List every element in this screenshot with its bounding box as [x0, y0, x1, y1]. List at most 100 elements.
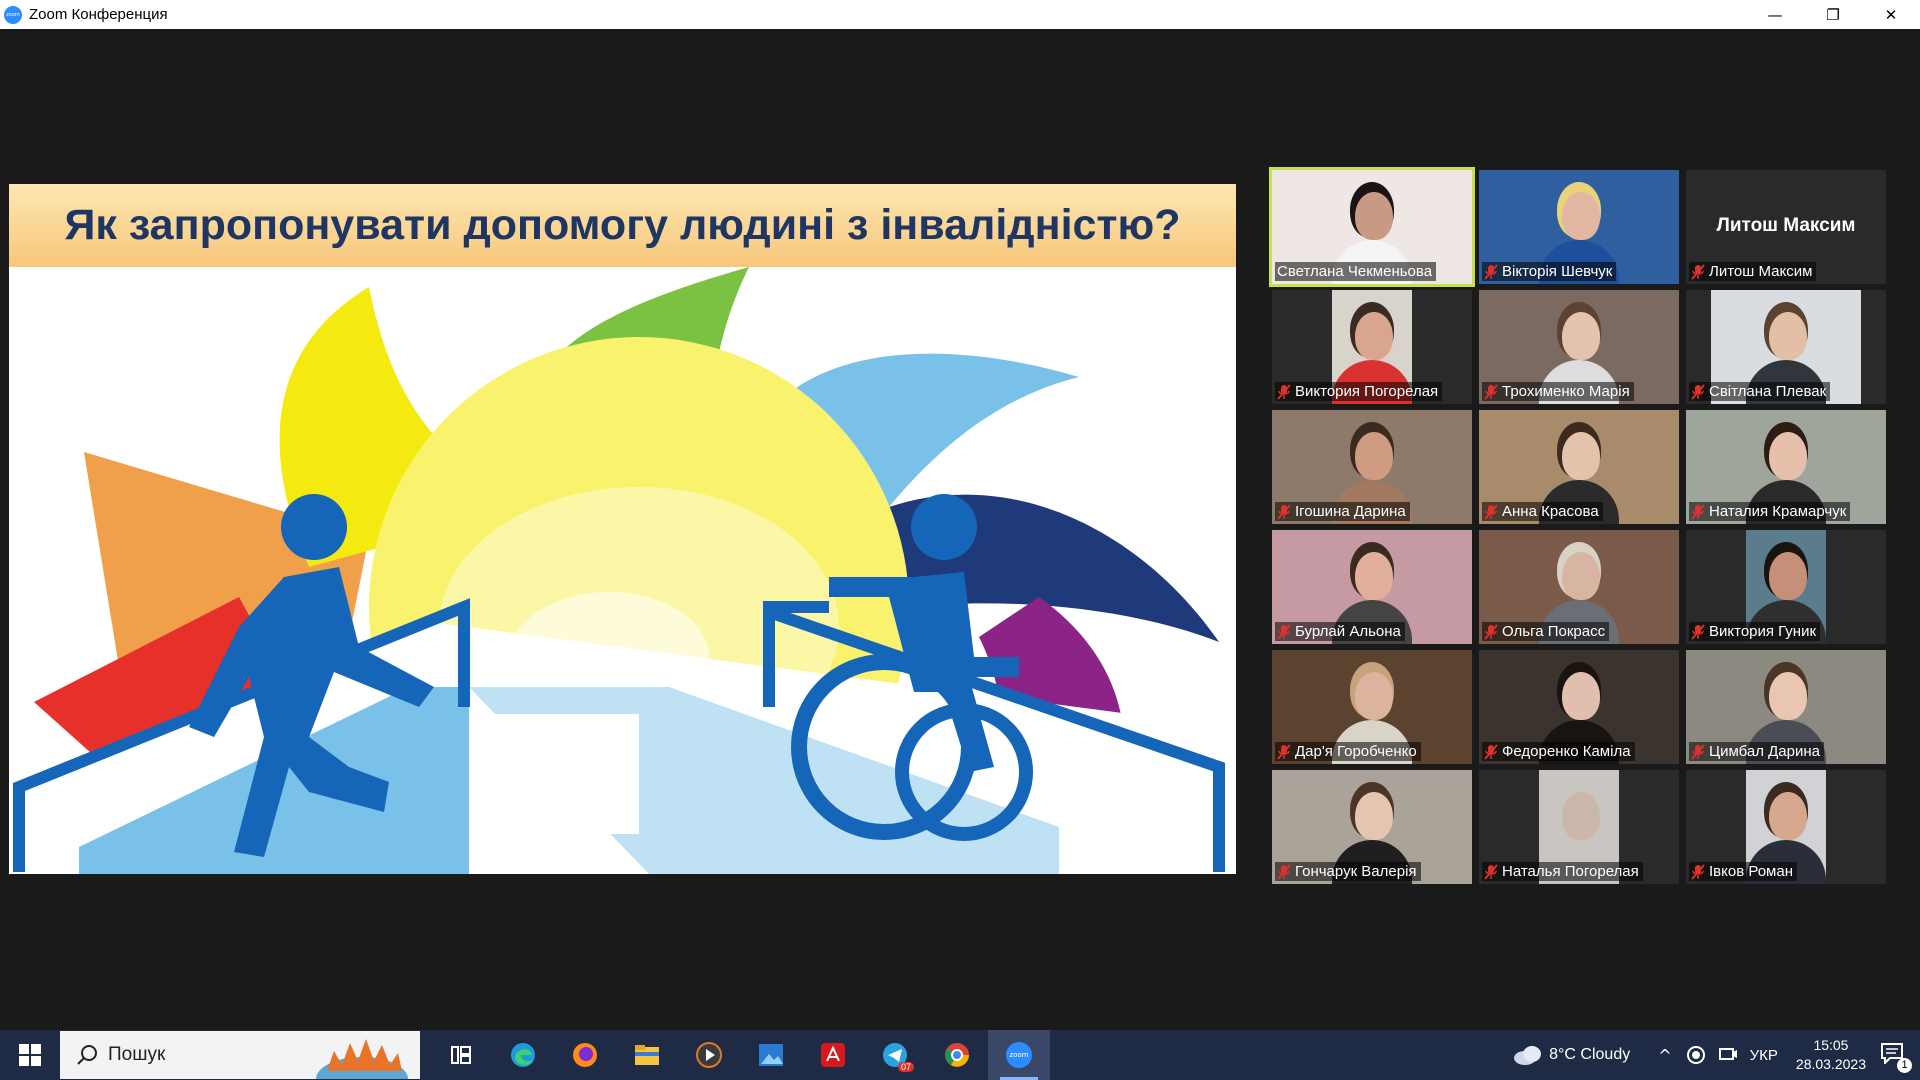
input-language[interactable]: УКР — [1750, 1047, 1778, 1064]
participant-tile[interactable]: Литош Максим Литош Максим — [1686, 170, 1886, 284]
participant-tile[interactable]: Наталья Погорелая — [1479, 770, 1679, 884]
step-1 — [469, 714, 639, 754]
taskbar-app-firefox[interactable] — [554, 1030, 616, 1080]
muted-mic-icon — [1277, 623, 1291, 640]
minimize-button[interactable]: — — [1746, 0, 1804, 29]
participant-tile[interactable]: Анна Красова — [1479, 410, 1679, 524]
weather-text[interactable]: 8°C Cloudy — [1549, 1046, 1630, 1064]
muted-mic-icon — [1277, 503, 1291, 520]
taskbar-app-chrome[interactable] — [926, 1030, 988, 1080]
taskbar-app-zoom[interactable]: zoom — [988, 1030, 1050, 1080]
window-controls: — ❐ ✕ — [1746, 0, 1920, 29]
windows-taskbar: Пошук 07 zoom 8°C Cloudy ^ УКР 15:05 28.0… — [0, 1030, 1920, 1080]
participant-tile[interactable]: Трохименко Марія — [1479, 290, 1679, 404]
participant-name-plate: Бурлай Альона — [1275, 622, 1405, 641]
muted-mic-icon — [1484, 503, 1498, 520]
participant-name-plate: Дар'я Горобченко — [1275, 742, 1421, 761]
shared-screen[interactable]: Як запропонувати допомогу людині з інвал… — [9, 184, 1236, 874]
zoom-logo-icon: zoom — [4, 5, 22, 24]
participant-gallery: Светлана Чекменьова Вікторія Шевчук Литош … — [1272, 170, 1896, 888]
participant-tile[interactable]: Цимбал Дарина — [1686, 650, 1886, 764]
muted-mic-icon — [1691, 743, 1705, 760]
participant-name: Трохименко Марія — [1502, 383, 1630, 400]
record-icon[interactable] — [1686, 1045, 1706, 1065]
participant-name-plate: Наталья Погорелая — [1482, 862, 1643, 881]
participant-tile[interactable]: Вікторія Шевчук — [1479, 170, 1679, 284]
acrobat-icon — [819, 1041, 847, 1069]
accessibility-illustration — [13, 267, 1229, 874]
participant-name-plate: Ігошина Дарина — [1275, 502, 1410, 521]
participant-name: Виктория Погорелая — [1295, 383, 1439, 400]
participant-name: Ольга Покрасс — [1502, 623, 1606, 640]
taskbar-search[interactable]: Пошук — [60, 1031, 420, 1079]
clock-time: 15:05 — [1813, 1037, 1849, 1053]
participant-name-plate: Наталия Крамарчук — [1689, 502, 1851, 521]
participant-name: Ігошина Дарина — [1295, 503, 1406, 520]
participant-tile[interactable]: Федоренко Каміла — [1479, 650, 1679, 764]
system-tray: 8°C Cloudy ^ УКР 15:05 28.03.2023 1 — [1513, 1030, 1920, 1080]
step-2 — [469, 754, 639, 794]
taskbar-app-edge[interactable] — [492, 1030, 554, 1080]
taskbar-app-file-explorer[interactable] — [616, 1030, 678, 1080]
participant-name-plate: Виктория Гуник — [1689, 622, 1821, 641]
search-placeholder: Пошук — [108, 1044, 166, 1065]
participant-name-plate: Івков Роман — [1689, 862, 1797, 881]
muted-mic-icon — [1484, 383, 1498, 400]
participant-tile[interactable]: Светлана Чекменьова — [1272, 170, 1472, 284]
clock[interactable]: 15:05 28.03.2023 — [1796, 1036, 1866, 1074]
participant-tile[interactable]: Гончарук Валерія — [1272, 770, 1472, 884]
photos-icon — [757, 1042, 785, 1068]
participant-tile[interactable]: Виктория Гуник — [1686, 530, 1886, 644]
muted-mic-icon — [1691, 263, 1705, 280]
participant-name: Світлана Плевак — [1709, 383, 1827, 400]
close-button[interactable]: ✕ — [1862, 0, 1920, 29]
taskbar-app-photos[interactable] — [740, 1030, 802, 1080]
participant-name: Наталья Погорелая — [1502, 863, 1639, 880]
muted-mic-icon — [1691, 503, 1705, 520]
restore-button[interactable]: ❐ — [1804, 0, 1862, 29]
participant-name: Бурлай Альона — [1295, 623, 1401, 640]
display-icon[interactable] — [1718, 1045, 1738, 1065]
taskbar-app-media-player[interactable] — [678, 1030, 740, 1080]
participant-avatar-name: Литош Максим — [1716, 215, 1856, 236]
participant-name-plate: Гончарук Валерія — [1275, 862, 1421, 881]
media-player-icon — [695, 1041, 723, 1069]
participant-tile[interactable]: Виктория Погорелая — [1272, 290, 1472, 404]
show-hidden-icons-chevron-icon[interactable]: ^ — [1658, 1046, 1671, 1065]
participant-name: Виктория Гуник — [1709, 623, 1817, 640]
participant-tile[interactable]: Дар'я Горобченко — [1272, 650, 1472, 764]
participant-tile[interactable]: Ігошина Дарина — [1272, 410, 1472, 524]
participant-name-plate: Світлана Плевак — [1689, 382, 1831, 401]
slide-title: Як запропонувати допомогу людині з інвал… — [9, 184, 1236, 267]
participant-name: Цимбал Дарина — [1709, 743, 1820, 760]
participant-tile[interactable]: Ольга Покрасс — [1479, 530, 1679, 644]
participant-tile[interactable]: Світлана Плевак — [1686, 290, 1886, 404]
file-explorer-icon — [633, 1043, 661, 1067]
muted-mic-icon — [1691, 863, 1705, 880]
participant-tile[interactable]: Івков Роман — [1686, 770, 1886, 884]
participant-tile[interactable]: Наталия Крамарчук — [1686, 410, 1886, 524]
taskbar-app-telegram[interactable]: 07 — [864, 1030, 926, 1080]
notifications-button[interactable]: 1 — [1880, 1042, 1912, 1073]
muted-mic-icon — [1277, 863, 1291, 880]
muted-mic-icon — [1691, 383, 1705, 400]
participant-name: Анна Красова — [1502, 503, 1599, 520]
muted-mic-icon — [1484, 743, 1498, 760]
meeting-stage: Як запропонувати допомогу людині з інвал… — [0, 29, 1920, 1030]
participant-name-plate: Светлана Чекменьова — [1275, 262, 1437, 281]
participant-name-plate: Ольга Покрасс — [1482, 622, 1610, 641]
taskbar-app-acrobat[interactable] — [802, 1030, 864, 1080]
step-3 — [469, 794, 639, 834]
muted-mic-icon — [1484, 263, 1498, 280]
participant-name: Федоренко Каміла — [1502, 743, 1631, 760]
zoom-app-label: zoom — [1009, 1051, 1029, 1059]
participant-name-plate: Виктория Погорелая — [1275, 382, 1443, 401]
participant-tile[interactable]: Бурлай Альона — [1272, 530, 1472, 644]
participant-name-plate: Трохименко Марія — [1482, 382, 1634, 401]
participant-name: Дар'я Горобченко — [1295, 743, 1417, 760]
window-title-bar: zoom Zoom Конференция — ❐ ✕ — [0, 0, 1920, 29]
chrome-icon — [943, 1041, 971, 1069]
walker-head — [281, 494, 347, 560]
taskbar-app-task-view[interactable] — [430, 1030, 492, 1080]
start-button[interactable] — [0, 1030, 60, 1080]
